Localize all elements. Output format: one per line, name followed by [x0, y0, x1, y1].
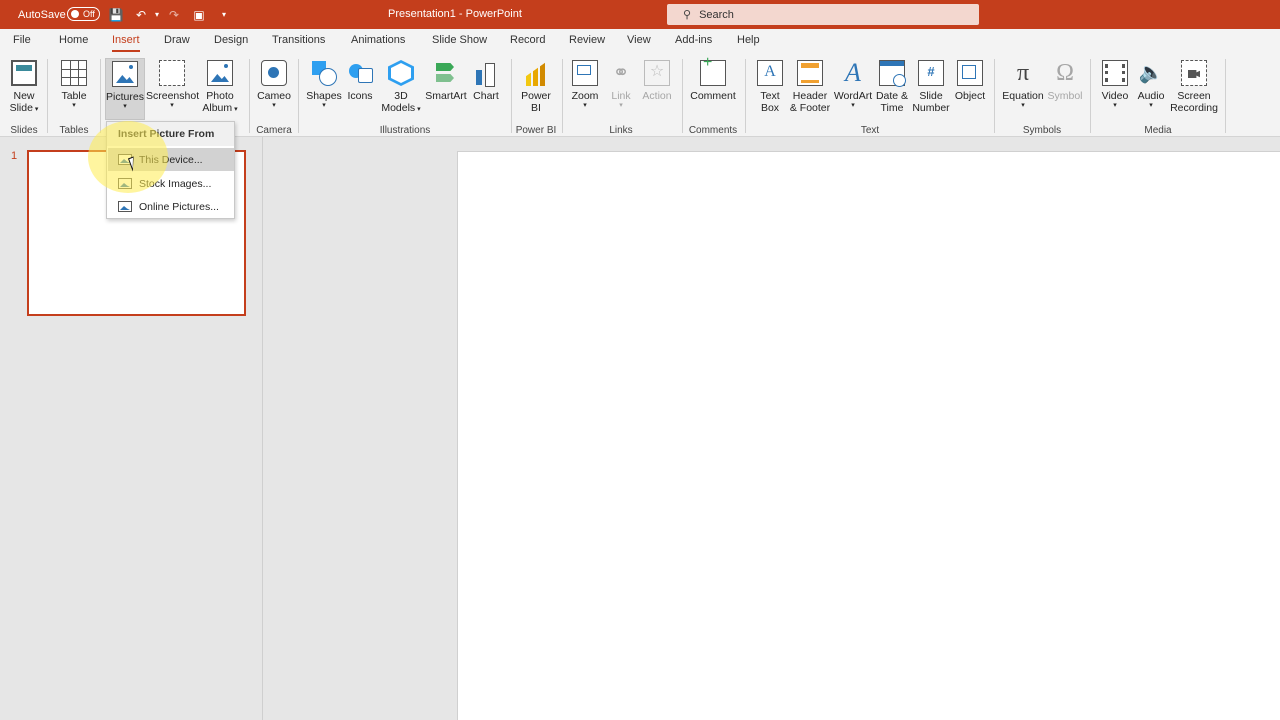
group-label-text: Text	[860, 125, 880, 136]
screenshot-icon	[159, 60, 185, 86]
text-box-icon: A	[757, 60, 783, 86]
menu-item-online-pictures[interactable]: Online Pictures...	[108, 195, 234, 218]
audio-button[interactable]: 🔈 Audio ▾	[1134, 58, 1168, 118]
pictures-button[interactable]: Pictures ▾	[105, 58, 145, 120]
slide-number-icon: #	[918, 60, 944, 86]
search-placeholder: Search	[699, 8, 734, 21]
comment-icon	[700, 57, 726, 86]
autosave-state: Off	[83, 9, 95, 19]
shapes-button[interactable]: Shapes ▾	[304, 58, 344, 118]
screen-recording-button[interactable]: Screen Recording	[1168, 58, 1220, 118]
smartart-button[interactable]: SmartArt	[424, 58, 468, 118]
video-icon	[1102, 60, 1128, 86]
ribbon-tabs: File Home Insert Draw Design Transitions…	[0, 29, 1280, 55]
chart-icon	[473, 60, 499, 87]
slide-number-button[interactable]: # Slide Number	[910, 58, 952, 118]
search-icon: ⚲	[683, 9, 692, 21]
tab-file[interactable]: File	[13, 34, 31, 46]
tab-animations[interactable]: Animations	[351, 34, 405, 46]
object-button[interactable]: Object	[952, 58, 988, 118]
pi-icon: π	[1016, 60, 1030, 86]
save-icon[interactable]: 💾	[107, 6, 125, 23]
autosave-toggle[interactable]: Off	[67, 7, 100, 21]
header-footer-icon	[797, 60, 823, 86]
tab-slide-show[interactable]: Slide Show	[432, 34, 487, 46]
customize-toolbar-icon[interactable]: ▾	[215, 6, 233, 23]
window-title: Presentation1 - PowerPoint	[388, 8, 522, 20]
header-footer-button[interactable]: Header & Footer	[788, 58, 832, 118]
icons-button[interactable]: Icons	[344, 58, 376, 118]
tab-review[interactable]: Review	[569, 34, 605, 46]
group-label-illustrations: Illustrations	[379, 125, 431, 136]
group-label-tables: Tables	[59, 125, 89, 136]
autosave-label: AutoSave	[18, 8, 66, 21]
new-slide-button[interactable]: New Slide ▾	[4, 58, 44, 118]
tab-add-ins[interactable]: Add-ins	[675, 34, 712, 46]
tab-home[interactable]: Home	[59, 34, 88, 46]
cameo-button[interactable]: Cameo ▾	[254, 58, 294, 118]
smartart-icon	[433, 60, 459, 86]
wordart-button[interactable]: A WordArt ▾	[832, 58, 874, 118]
zoom-icon	[572, 60, 598, 86]
icons-icon	[347, 60, 373, 86]
start-from-beginning-icon[interactable]: ▣	[190, 6, 208, 23]
group-label-media: Media	[1144, 125, 1172, 136]
star-icon: ☆	[644, 60, 670, 86]
redo-icon[interactable]: ↷	[165, 6, 183, 23]
calendar-icon	[879, 60, 906, 87]
symbol-button[interactable]: Ω Symbol	[1046, 58, 1084, 118]
group-label-symbols: Symbols	[1022, 125, 1062, 136]
tab-design[interactable]: Design	[214, 34, 248, 46]
comment-button[interactable]: Comment	[688, 57, 738, 118]
shapes-icon	[311, 60, 337, 86]
tab-draw[interactable]: Draw	[164, 34, 190, 46]
cursor-highlight	[88, 121, 168, 193]
new-slide-icon	[11, 60, 37, 86]
group-label-camera: Camera	[256, 125, 292, 136]
title-bar: AutoSave Off 💾 ↶ ▾ ↷ ▣ ▾ Presentation1 -…	[0, 0, 1280, 29]
object-icon	[957, 60, 983, 86]
date-time-button[interactable]: Date & Time	[874, 58, 910, 118]
table-icon	[61, 60, 87, 86]
online-pictures-icon	[118, 201, 132, 212]
3d-models-button[interactable]: 3D Models ▾	[378, 58, 424, 118]
group-label-power-bi: Power BI	[515, 125, 557, 136]
screenshot-button[interactable]: Screenshot ▾	[146, 58, 199, 118]
tab-record[interactable]: Record	[510, 34, 545, 46]
tab-insert[interactable]: Insert	[112, 34, 140, 52]
action-button[interactable]: ☆ Action	[638, 58, 676, 118]
tab-view[interactable]: View	[627, 34, 651, 46]
power-bi-button[interactable]: Power BI	[516, 58, 556, 118]
zoom-button[interactable]: Zoom ▾	[566, 58, 604, 118]
photo-album-icon	[207, 60, 233, 86]
link-button[interactable]: ⚭ Link ▾	[604, 58, 638, 118]
screen-recording-icon	[1181, 60, 1207, 86]
photo-album-button[interactable]: Photo Album ▾	[198, 58, 242, 118]
group-label-comments: Comments	[688, 125, 738, 136]
pictures-icon	[112, 61, 138, 87]
tab-help[interactable]: Help	[737, 34, 760, 46]
cube-icon	[388, 60, 414, 86]
toggle-knob	[71, 10, 79, 18]
text-box-button[interactable]: A Text Box	[752, 58, 788, 118]
cameo-icon	[261, 60, 287, 86]
slide-number-label: 1	[11, 150, 18, 162]
search-input[interactable]: ⚲ Search	[667, 4, 979, 25]
slide-canvas[interactable]	[457, 151, 1280, 720]
video-button[interactable]: Video ▾	[1096, 58, 1134, 118]
link-icon: ⚭	[612, 62, 630, 84]
undo-dropdown-icon[interactable]: ▾	[148, 6, 166, 23]
omega-icon: Ω	[1056, 60, 1074, 86]
power-bi-icon	[523, 60, 549, 86]
speaker-icon: 🔈	[1138, 62, 1164, 84]
equation-button[interactable]: π Equation ▾	[1000, 58, 1046, 118]
wordart-icon: A	[845, 58, 861, 87]
group-label-slides: Slides	[10, 125, 38, 136]
group-label-links: Links	[609, 125, 633, 136]
table-button[interactable]: Table ▾	[54, 58, 94, 118]
chart-button[interactable]: Chart	[470, 58, 502, 118]
tab-transitions[interactable]: Transitions	[272, 34, 325, 46]
